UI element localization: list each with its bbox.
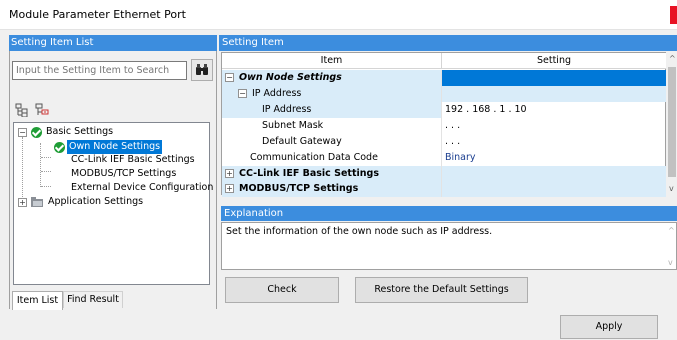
tree-label: Application Settings — [48, 196, 144, 207]
setting-grid: Item Setting − Own Node Settings − IP Ad… — [221, 52, 666, 197]
restore-default-settings-button[interactable]: Restore the Default Settings — [355, 277, 528, 303]
check-icon — [54, 142, 65, 153]
tab-find-result[interactable]: Find Result — [63, 291, 123, 308]
row-item-cell: IP Address — [222, 102, 441, 118]
explanation-header: Explanation — [221, 206, 677, 221]
expand-toggle[interactable]: + — [225, 169, 234, 178]
check-icon — [31, 127, 42, 138]
row-setting-cell[interactable] — [441, 86, 666, 102]
close-button[interactable] — [670, 6, 677, 24]
row-item-cell: − Own Node Settings — [222, 70, 441, 86]
table-row[interactable]: Communication Data Code Binary — [222, 150, 666, 166]
column-header-setting: Setting — [441, 53, 666, 69]
window-title: Module Parameter Ethernet Port — [9, 8, 186, 21]
row-item-cell: Communication Data Code — [222, 150, 441, 166]
tree-item-external-device-configuration[interactable]: External Device Configuration — [69, 181, 215, 195]
collapse-toggle[interactable]: − — [225, 73, 234, 82]
tree-label: Basic Settings — [46, 126, 114, 137]
grid-scrollbar-thumb[interactable] — [668, 67, 676, 177]
row-label: IP Address — [262, 104, 312, 115]
scroll-down-icon[interactable]: v — [669, 184, 674, 193]
row-item-cell: + CC-Link IEF Basic Settings — [222, 166, 441, 182]
search-input[interactable] — [12, 61, 187, 80]
expand-all-icon[interactable] — [15, 103, 29, 117]
column-header-item: Item — [222, 53, 441, 69]
tree-item-cc-link-ief-basic[interactable]: CC-Link IEF Basic Settings — [69, 153, 197, 167]
row-setting-cell[interactable] — [441, 70, 666, 86]
check-button[interactable]: Check — [225, 277, 339, 303]
row-item-cell: Default Gateway — [222, 134, 441, 150]
scroll-up-icon[interactable]: ^ — [668, 226, 675, 235]
expand-toggle[interactable]: + — [225, 184, 234, 193]
communication-data-code-value[interactable]: Binary — [441, 150, 666, 166]
tree-item-modbus-tcp[interactable]: MODBUS/TCP Settings — [69, 167, 178, 181]
row-setting-cell[interactable] — [441, 166, 666, 182]
scroll-up-icon[interactable]: ^ — [669, 54, 676, 63]
explanation-text: Set the information of the own node such… — [221, 222, 677, 270]
row-item-cell: + MODBUS/TCP Settings — [222, 181, 441, 197]
row-label: MODBUS/TCP Settings — [239, 183, 359, 194]
tree-connector — [41, 157, 51, 158]
subnet-mask-value[interactable]: . . . — [441, 118, 666, 134]
setting-item-header: Setting Item — [219, 35, 677, 51]
collapse-toggle[interactable]: − — [18, 128, 27, 137]
collapse-all-icon[interactable] — [35, 103, 49, 117]
expand-toggle[interactable]: + — [18, 198, 27, 207]
scroll-down-icon[interactable]: v — [668, 258, 673, 267]
collapse-toggle[interactable]: − — [238, 89, 247, 98]
tree-connector — [22, 137, 23, 207]
tab-item-list[interactable]: Item List — [12, 291, 63, 310]
row-item-cell: Subnet Mask — [222, 118, 441, 134]
table-row[interactable]: IP Address 192 . 168 . 1 . 10 — [222, 102, 666, 118]
tree-connector — [41, 171, 51, 172]
apply-button[interactable]: Apply — [560, 315, 658, 339]
default-gateway-value[interactable]: . . . — [441, 134, 666, 150]
binoculars-icon — [196, 64, 208, 75]
table-row[interactable]: − IP Address — [222, 86, 666, 102]
row-label: Subnet Mask — [262, 120, 324, 131]
search-button[interactable] — [191, 59, 213, 81]
table-row[interactable]: + MODBUS/TCP Settings — [222, 181, 666, 197]
title-bar: Module Parameter Ethernet Port — [0, 0, 677, 30]
folder-icon — [31, 197, 43, 207]
row-label: IP Address — [252, 88, 302, 99]
row-label: Own Node Settings — [239, 72, 342, 83]
tree-label: Own Node Settings — [67, 140, 163, 154]
table-row[interactable]: Default Gateway . . . — [222, 134, 666, 150]
row-setting-cell[interactable] — [441, 181, 666, 197]
row-item-cell: − IP Address — [222, 86, 441, 102]
tree-connector — [41, 186, 51, 187]
tree-label: CC-Link IEF Basic Settings — [71, 154, 195, 165]
setting-tree: − Basic Settings Own Node Settings CC-Li… — [13, 122, 213, 285]
tree-label: External Device Configuration — [71, 182, 214, 193]
tree-connector — [40, 143, 41, 187]
ip-address-value[interactable]: 192 . 168 . 1 . 10 — [441, 102, 666, 118]
setting-item-list-header: Setting Item List — [9, 35, 217, 51]
table-row[interactable]: + CC-Link IEF Basic Settings — [222, 166, 666, 182]
table-row[interactable]: − Own Node Settings — [222, 70, 666, 86]
table-row[interactable]: Subnet Mask . . . — [222, 118, 666, 134]
row-label: Default Gateway — [262, 136, 342, 147]
row-label: CC-Link IEF Basic Settings — [239, 168, 379, 179]
tree-label: MODBUS/TCP Settings — [71, 168, 177, 179]
row-label: Communication Data Code — [250, 152, 378, 163]
